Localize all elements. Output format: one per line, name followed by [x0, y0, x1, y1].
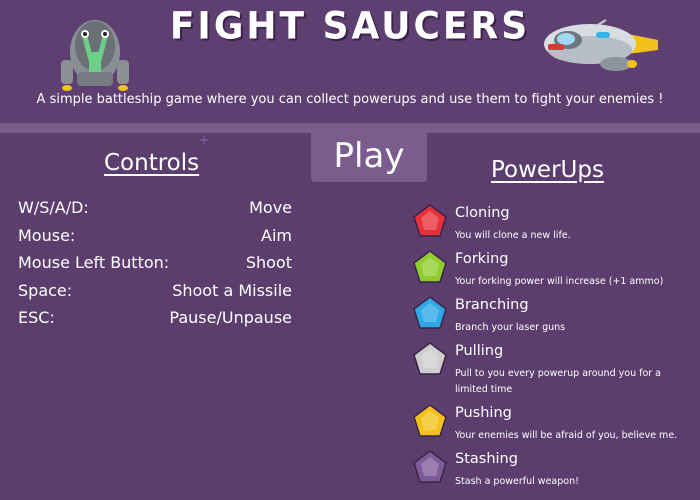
game-subtitle: A simple battleship game where you can c…	[36, 92, 664, 107]
control-action: Shoot	[245, 253, 292, 272]
header-divider	[0, 123, 700, 133]
control-key: Mouse Left Button:	[18, 253, 170, 272]
control-action: Move	[249, 198, 292, 217]
control-action: Shoot a Missile	[172, 280, 292, 300]
control-key: W/S/A/D:	[18, 198, 89, 217]
control-key: Mouse:	[18, 225, 76, 245]
powerups-heading: PowerUps	[491, 157, 604, 183]
blue-gem-icon	[413, 296, 447, 329]
powerup-description: Your forking power will increase (+1 amm…	[455, 276, 664, 287]
purple-gem-icon	[413, 450, 447, 483]
play-button[interactable]: Play	[311, 133, 427, 182]
header-banner: FIGHT SAUCERS A simple battleship game w…	[0, 0, 700, 123]
powerup-name: Stashing	[455, 451, 518, 467]
control-action: Aim	[261, 225, 292, 245]
control-row-shoot: Mouse Left Button: Shoot	[18, 253, 292, 281]
control-key: Space:	[18, 280, 73, 300]
controls-list: W/S/A/D: Move Mouse: Aim Mouse Left Butt…	[18, 198, 292, 336]
powerup-description: You will clone a new life.	[455, 230, 571, 241]
red-gem-icon	[413, 204, 447, 237]
powerup-description: Stash a powerful weapon!	[455, 476, 579, 487]
powerup-description: Your enemies will be afraid of you, beli…	[455, 430, 678, 441]
green-gem-icon	[413, 250, 447, 283]
yellow-gem-icon	[413, 404, 447, 437]
powerup-name: Branching	[455, 297, 529, 313]
powerup-name: Pushing	[455, 405, 512, 421]
powerup-description: Branch your laser guns	[455, 322, 566, 333]
control-row-aim: Mouse: Aim	[18, 226, 292, 254]
spaceship-icon	[544, 19, 658, 71]
control-row-missile: Space: Shoot a Missile	[18, 281, 292, 309]
control-key: ESC:	[18, 308, 55, 327]
control-action: Pause/Unpause	[169, 308, 292, 327]
control-row-move: W/S/A/D: Move	[18, 198, 292, 226]
powerup-description: Pull to you every powerup around you for…	[455, 368, 662, 395]
powerup-name: Cloning	[455, 205, 510, 221]
controls-heading: Controls	[104, 150, 200, 176]
powerup-name: Pulling	[455, 343, 504, 359]
powerup-name: Forking	[455, 251, 509, 267]
white-gem-icon	[413, 342, 447, 375]
control-row-pause: ESC: Pause/Unpause	[18, 308, 292, 336]
